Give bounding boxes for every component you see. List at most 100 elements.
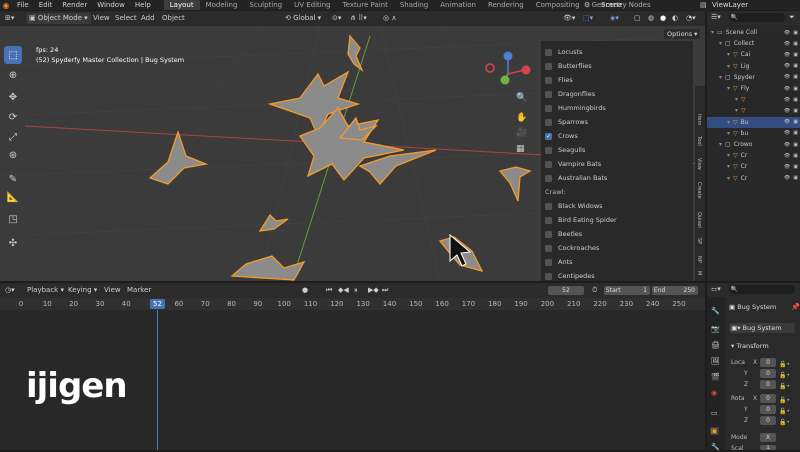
jump-prev-keyframe-icon[interactable]: ◆◀ [338,285,349,296]
outliner-row[interactable]: ▾ ▭ Scene Coll 👁 ▣ [707,27,800,38]
render-camera-icon[interactable]: ▣ [793,153,798,159]
transform-tool-icon[interactable]: ⊛ [4,146,22,164]
checkbox[interactable] [545,76,552,84]
pause-icon[interactable]: ⏸ [354,285,358,296]
options-dropdown[interactable]: Options ▾ [664,29,701,39]
cursor-tool-icon[interactable]: ⊕ [4,66,22,84]
expand-arrow-icon[interactable]: ▾ [727,152,730,159]
tab-np[interactable]: NP [696,256,702,263]
blender-logo-icon[interactable]: ◉ [0,1,12,10]
outliner-row[interactable]: ▾ ▽ Cr 👁 ▣ [707,161,800,172]
tab-modeling[interactable]: Modeling [200,1,244,9]
render-camera-icon[interactable]: ▣ [793,52,798,58]
list-item-sparrows[interactable]: Sparrows [545,116,588,128]
scene-props-icon[interactable]: 🎬 [711,373,720,381]
expand-arrow-icon[interactable]: ▾ [719,141,722,148]
rotate-tool-icon[interactable]: ⟳ [4,108,22,126]
outliner-row[interactable]: ▾ ▢ Spyder 👁 ▣ [707,72,800,83]
object-props-icon[interactable]: ▣ [710,427,719,435]
view-layer-icon[interactable]: ▤ [700,1,707,9]
menu-marker[interactable]: Marker [127,285,151,296]
menu-select[interactable]: Select [115,13,137,24]
render-camera-icon[interactable]: ▣ [793,119,798,125]
list-item-bird-eating-spider[interactable]: Bird Eating Spider [545,214,617,226]
render-camera-icon[interactable]: ▣ [793,175,798,181]
menu-keying[interactable]: Keying ▾ [68,285,97,296]
expand-arrow-icon[interactable]: ▾ [719,40,722,47]
checkbox[interactable] [545,48,552,56]
checkbox[interactable] [545,160,552,168]
world-props-icon[interactable]: ◉ [711,389,717,397]
location-z-field[interactable]: 0 [760,380,776,389]
menu-object[interactable]: Object [162,13,185,24]
lock-icons[interactable]: 🔓• 🔓• 🔓• [779,359,790,392]
expand-arrow-icon[interactable]: ▾ [727,119,730,126]
add-cube-tool-icon[interactable]: ◳ [4,210,22,228]
checkbox[interactable] [545,62,552,70]
rotation-x-field[interactable]: 0 [760,394,776,403]
checkbox[interactable] [545,174,552,182]
rotation-mode-select[interactable]: X [760,433,776,442]
list-item-hummingbirds[interactable]: Hummingbirds [545,102,606,114]
checkbox[interactable] [545,104,552,112]
menu-window[interactable]: Window [92,1,130,9]
menu-edit[interactable]: Edit [34,1,58,9]
tab-texture-paint[interactable]: Texture Paint [337,1,394,9]
jump-start-icon[interactable]: ⏮ [326,285,332,296]
tab-sp[interactable]: SP [696,238,702,244]
tab-m[interactable]: M [696,271,702,275]
outliner-row[interactable]: ▾ ▢ Collect 👁 ▣ [707,38,800,49]
visibility-eye-icon[interactable]: 👁 [784,164,790,170]
jump-end-icon[interactable]: ⏭ [382,285,388,296]
list-item-dragonflies[interactable]: Dragonflies [545,88,595,100]
list-item-ants[interactable]: Ants [545,256,573,268]
list-item-vampire-bats[interactable]: Vampire Bats [545,158,601,170]
visibility-eye-icon[interactable]: 👁 [784,119,790,125]
data-name-field[interactable]: ▣▾ Bug System [729,323,795,333]
outliner-row[interactable]: ▾ ▽ Lig 👁 ▣ [707,61,800,72]
record-keyframe-icon[interactable]: ● [302,285,308,296]
proportional-edit-icon[interactable]: ◎ ∧ [383,13,396,24]
outliner-row[interactable]: ▾ ▽ Cai 👁 ▣ [707,49,800,60]
checkbox[interactable] [545,90,552,98]
visibility-eye-icon[interactable]: 👁 [784,153,790,159]
rotation-y-field[interactable]: 0 [760,405,776,414]
outliner-search-input[interactable]: 🔍 [729,13,785,22]
visibility-eye-icon[interactable]: 👁 [784,30,790,36]
render-camera-icon[interactable]: ▣ [793,41,798,47]
outliner-row[interactable]: ▾ ▢ Crowo 👁 ▣ [707,139,800,150]
stopwatch-icon[interactable]: ⏱ [592,285,597,296]
outliner-row[interactable]: ▾ ▽ Bu 👁 ▣ [707,116,800,128]
start-frame-field[interactable]: Start 1 [604,286,650,295]
filter-icon[interactable]: ⏷ [789,13,795,22]
rotation-lock-icons[interactable]: 🔓• 🔓• 🔓• [779,395,790,428]
outliner-row[interactable]: ▾ ▽ Cr 👁 ▣ [707,150,800,161]
menu-view[interactable]: View [93,13,110,24]
tab-create[interactable]: Create [696,182,702,199]
list-item-crows[interactable]: ✓ Crows [545,130,578,142]
orientation-selector[interactable]: ⟲ Global ▾ [285,13,321,24]
expand-arrow-icon[interactable]: ▾ [727,85,730,92]
list-item-australian-bats[interactable]: Australian Bats [545,172,607,184]
checkbox[interactable] [545,272,552,280]
playhead-frame-badge[interactable]: 52 [150,299,165,309]
origin-tool-icon[interactable]: ✣ [4,234,22,252]
tab-sculpting[interactable]: Sculpting [243,1,288,9]
render-camera-icon[interactable]: ▣ [793,74,798,80]
menu-file[interactable]: File [12,1,34,9]
scale-tool-icon[interactable]: ⤢ [4,128,22,146]
render-camera-icon[interactable]: ▣ [793,97,798,103]
render-camera-icon[interactable]: ▣ [793,30,798,36]
gizmo-toggle-icon[interactable]: 👁▾ [563,13,575,24]
outliner-row[interactable]: ▾ ▽ 👁 ▣ [707,94,800,105]
tab-layout[interactable]: Layout [163,0,200,10]
expand-arrow-icon[interactable]: ▾ [727,63,730,70]
visibility-eye-icon[interactable]: 👁 [784,52,790,58]
shading-options-icon[interactable]: ◔▾ [686,13,696,24]
expand-arrow-icon[interactable]: ▾ [727,163,730,170]
playhead-line[interactable] [157,310,158,450]
move-tool-icon[interactable]: ✥ [4,88,22,106]
scene-selector[interactable]: Scene [601,1,622,9]
menu-add[interactable]: Add [141,13,155,24]
tab-compositing[interactable]: Compositing [530,1,586,9]
